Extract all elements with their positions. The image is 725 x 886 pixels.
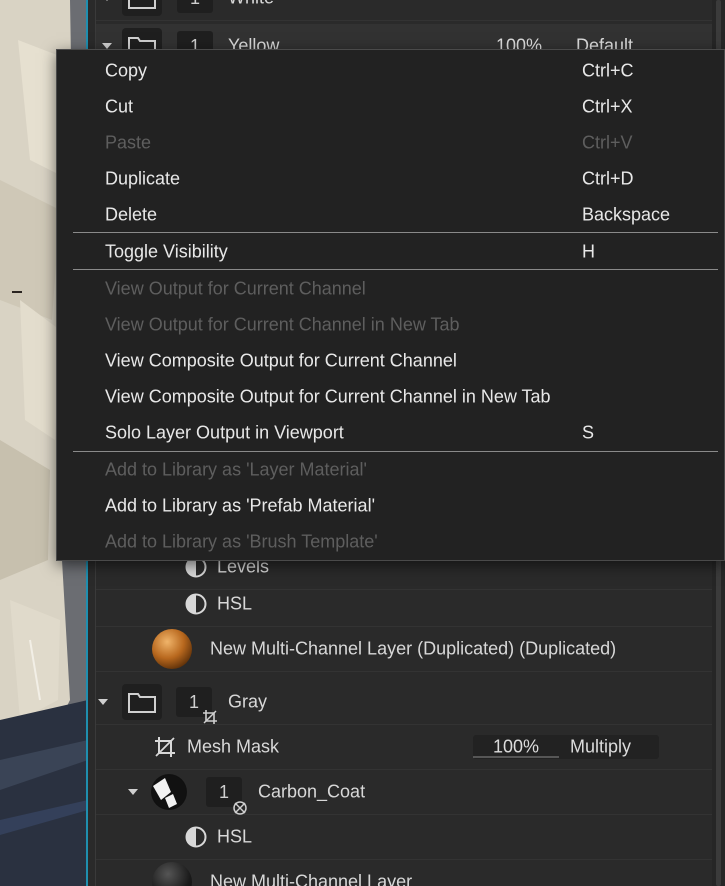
menu-item-label: Paste <box>105 132 152 153</box>
menu-item-label: Copy <box>105 60 148 81</box>
menu-item-add-prefab-material[interactable]: Add to Library as 'Prefab Material' <box>57 488 724 524</box>
caret-down-icon[interactable] <box>102 0 112 1</box>
menu-item-view-output: View Output for Current Channel <box>57 271 724 307</box>
crop-mask-icon <box>154 736 176 758</box>
layer-row-hsl[interactable]: HSL <box>96 582 712 627</box>
layer-row-hsl[interactable]: HSL <box>96 815 712 860</box>
menu-item-solo-layer[interactable]: Solo Layer Output in Viewport S <box>57 415 724 451</box>
menu-item-label: Cut <box>105 96 134 117</box>
menu-item-shortcut: Ctrl+C <box>582 60 634 81</box>
generator-icon <box>232 800 248 816</box>
layer-name[interactable]: White <box>228 0 274 9</box>
caret-down-icon[interactable] <box>128 789 138 795</box>
opacity-field[interactable]: 100% <box>473 737 559 758</box>
layer-name[interactable]: HSL <box>217 827 252 848</box>
menu-item-toggle-visibility[interactable]: Toggle Visibility H <box>57 234 724 270</box>
menu-item-add-brush-template: Add to Library as 'Brush Template' <box>57 524 724 560</box>
menu-item-label: View Composite Output for Current Channe… <box>105 350 457 371</box>
half-circle-icon <box>185 826 207 848</box>
layer-name[interactable]: New Multi-Channel Layer <box>210 872 412 886</box>
menu-item-label: View Output for Current Channel <box>105 278 366 299</box>
layer-name[interactable]: Gray <box>228 692 267 713</box>
menu-item-shortcut: S <box>582 422 595 443</box>
layer-row-multichannel[interactable]: New Multi-Channel Layer <box>96 860 712 886</box>
layer-name[interactable]: New Multi-Channel Layer (Duplicated) (Du… <box>210 639 616 660</box>
menu-item-label: Add to Library as 'Prefab Material' <box>105 495 375 516</box>
layer-count: 1 <box>177 0 213 13</box>
menu-item-shortcut: H <box>582 241 595 262</box>
layer-row-white[interactable]: 1 White <box>96 0 712 21</box>
menu-item-label: Duplicate <box>105 168 181 189</box>
blend-mode[interactable]: Multiply <box>570 737 631 758</box>
context-menu: Copy Ctrl+C Cut Ctrl+X Paste Ctrl+V Dupl… <box>56 49 725 561</box>
menu-item-label: Delete <box>105 204 158 225</box>
menu-item-shortcut: Ctrl+D <box>582 168 634 189</box>
folder-icon <box>122 0 162 16</box>
menu-item-label: View Output for Current Channel in New T… <box>105 314 460 335</box>
layer-name[interactable]: Carbon_Coat <box>258 782 365 803</box>
menu-item-add-layer-material: Add to Library as 'Layer Material' <box>57 452 724 488</box>
menu-item-cut[interactable]: Cut Ctrl+X <box>57 89 724 125</box>
menu-item-view-composite-new-tab[interactable]: View Composite Output for Current Channe… <box>57 379 724 415</box>
menu-item-shortcut: Ctrl+X <box>582 96 633 117</box>
menu-item-shortcut: Ctrl+V <box>582 132 633 153</box>
menu-item-view-output-new-tab: View Output for Current Channel in New T… <box>57 307 724 343</box>
fill-layer-icon <box>151 774 187 810</box>
folder-icon <box>122 684 162 720</box>
menu-separator <box>73 232 718 233</box>
menu-separator <box>73 269 718 270</box>
layer-row-gray[interactable]: 1 Gray <box>96 680 712 725</box>
menu-item-label: Add to Library as 'Brush Template' <box>105 531 378 552</box>
layer-row-carbon-coat[interactable]: 1 Carbon_Coat <box>96 770 712 815</box>
material-sphere-icon <box>152 862 192 886</box>
menu-item-label: Add to Library as 'Layer Material' <box>105 459 367 480</box>
menu-item-duplicate[interactable]: Duplicate Ctrl+D <box>57 161 724 197</box>
layer-row-multichannel-duplicated[interactable]: New Multi-Channel Layer (Duplicated) (Du… <box>96 627 712 672</box>
menu-item-view-composite[interactable]: View Composite Output for Current Channe… <box>57 343 724 379</box>
crop-mask-icon <box>202 709 218 725</box>
layer-name[interactable]: HSL <box>217 594 252 615</box>
menu-item-delete[interactable]: Delete Backspace <box>57 197 724 233</box>
menu-item-label: Solo Layer Output in Viewport <box>105 422 344 443</box>
menu-item-paste: Paste Ctrl+V <box>57 125 724 161</box>
layer-row-mesh-mask[interactable]: Mesh Mask 100% Multiply <box>96 725 712 770</box>
layer-name[interactable]: Mesh Mask <box>187 737 279 758</box>
caret-down-icon[interactable] <box>98 699 108 705</box>
menu-item-label: View Composite Output for Current Channe… <box>105 386 551 407</box>
half-circle-icon <box>185 593 207 615</box>
material-sphere-icon <box>152 629 192 669</box>
menu-item-copy[interactable]: Copy Ctrl+C <box>57 53 724 89</box>
menu-item-label: Toggle Visibility <box>105 241 228 262</box>
menu-item-shortcut: Backspace <box>582 204 671 225</box>
